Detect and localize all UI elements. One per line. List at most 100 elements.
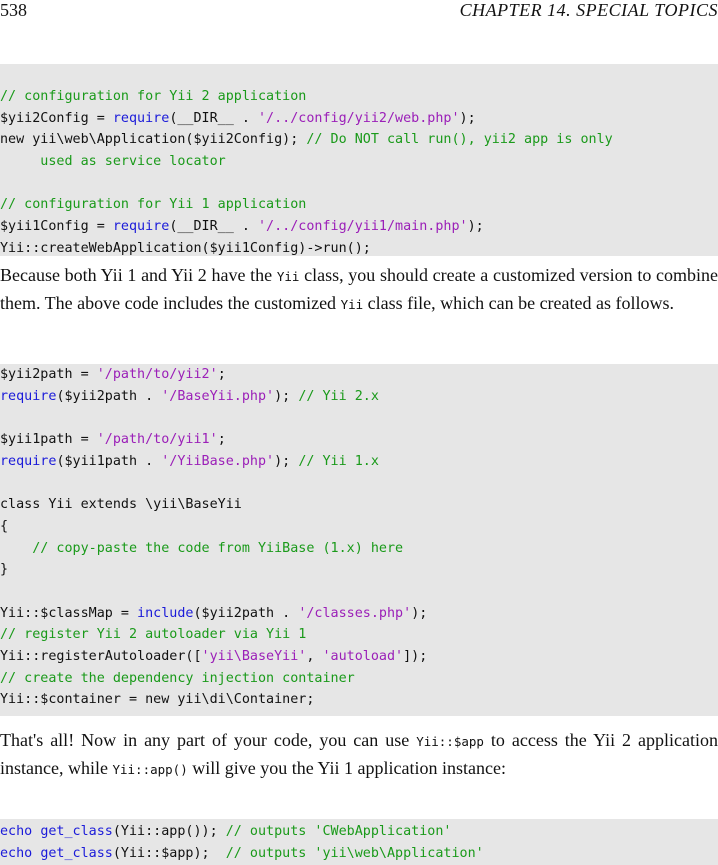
text-run: will give you the Yii 1 application inst… [187,758,507,778]
code-token: echo [0,824,33,839]
code-line: } [0,559,718,581]
code-token: // copy-paste the code from YiiBase (1.x… [32,540,404,556]
code-token: ($yii2path . [56,388,162,404]
code-line: Yii::$container = new yii\di\Container; [0,689,718,711]
code-line: $yii2Config = require(__DIR__ . '/../con… [0,108,718,130]
code-token: $yii2Config = [0,110,113,126]
code-line: echo get_class(Yii::$app); // outputs 'y… [0,843,718,865]
code-token: ; [217,432,226,448]
code-token: // create the dependency injection conta… [0,670,355,686]
code-token: , [306,648,323,664]
code-line: require($yii2path . '/BaseYii.php'); // … [0,386,718,408]
code-token: used as service locator [0,154,226,170]
page-header: 538 CHAPTER 14. SPECIAL TOPICS [0,0,718,24]
text-run: Because both Yii 1 and Yii 2 have the [0,265,277,285]
code-token: new yii\web\Application($yii2Config); [0,132,307,148]
code-line: new yii\web\Application($yii2Config); //… [0,129,718,151]
code-token: $yii1Config = [0,219,113,235]
code-token: require [112,110,170,126]
code-line: $yii1path = '/path/to/yii1'; [0,429,718,451]
code-token: get_class [40,845,113,861]
code-line: // create the dependency injection conta… [0,668,718,690]
code-token: $yii2path = [0,367,97,382]
page-number: 538 [0,0,27,20]
code-token: ($yii1path . [56,453,162,469]
code-token: '/path/to/yii2' [96,367,218,382]
code-token: // Yii 2.x [298,388,379,404]
code-token: ); [467,219,484,235]
code-token: ]); [403,648,428,664]
paragraph-yii-class: Because both Yii 1 and Yii 2 have the Yi… [0,262,718,318]
code-token: require [0,453,57,469]
code-token: } [0,562,9,578]
code-token: // Yii 1.x [298,453,379,469]
inline-code: Yii::app() [112,762,188,777]
code-line: { [0,516,718,538]
code-token: (__DIR__ . [169,219,258,235]
chapter-title: CHAPTER 14. SPECIAL TOPICS [459,0,718,20]
code-line: // copy-paste the code from YiiBase (1.x… [0,538,718,560]
code-block-echo: echo get_class(Yii::app()); // outputs '… [0,819,718,865]
text-run: That's all! Now in any part of your code… [0,730,417,750]
code-token: class Yii extends \yii\BaseYii [0,497,242,513]
code-token: (Yii::app()); [112,824,226,839]
code-token: ($yii2path . [193,605,299,621]
code-line: class Yii extends \yii\BaseYii [0,494,718,516]
code-line: Yii::createWebApplication($yii1Config)->… [0,238,718,256]
code-token: get_class [40,824,113,839]
code-token: // outputs 'CWebApplication' [225,824,452,839]
code-token: Yii::$classMap = [0,605,138,621]
code-line: // configuration for Yii 1 application [0,194,718,216]
code-token: // Do NOT call run(), yii2 app is only [306,132,613,148]
code-token: (__DIR__ . [169,110,258,126]
code-line: Yii::$classMap = include($yii2path . '/c… [0,603,718,625]
code-block-yii-class: $yii2path = '/path/to/yii2'; require($yii… [0,364,718,716]
code-block-config: // configuration for Yii 2 application $y… [0,64,718,256]
code-token: // configuration for Yii 2 application [0,89,307,104]
code-token: require [0,388,57,404]
code-line: // register Yii 2 autoloader via Yii 1 [0,624,718,646]
code-token: // outputs 'yii\web\Application' [225,845,484,861]
code-line: $yii1Config = require(__DIR__ . '/../con… [0,216,718,238]
code-token: 'yii\BaseYii' [201,648,307,664]
code-token: include [137,605,194,621]
code-token: // configuration for Yii 1 application [0,197,307,213]
code-token: { [0,518,9,534]
code-token: Yii::createWebApplication($yii1Config)->… [0,240,371,256]
text-run: class file, which can be created as foll… [363,293,675,313]
code-line: require($yii1path . '/YiiBase.php'); // … [0,451,718,473]
code-token: '/../config/yii1/main.php' [258,219,468,235]
code-line: used as service locator [0,151,718,173]
code-token: ); [274,453,299,469]
code-token: Yii::registerAutoloader([ [0,648,202,664]
code-token: $yii1path = [0,432,97,448]
code-line: Yii::registerAutoloader(['yii\BaseYii', … [0,646,718,668]
code-token: '/classes.php' [298,605,412,621]
code-token: ); [411,605,428,621]
code-token: '/path/to/yii1' [96,432,218,448]
code-token: '/BaseYii.php' [161,388,275,404]
code-token: 'autoload' [322,648,404,664]
code-token: '/YiiBase.php' [161,453,275,469]
code-token: '/../config/yii2/web.php' [258,110,460,126]
inline-code: Yii [276,269,300,284]
code-token: // register Yii 2 autoloader via Yii 1 [0,627,307,643]
inline-code: Yii [340,297,364,312]
code-line: $yii2path = '/path/to/yii2'; [0,364,718,386]
code-line: echo get_class(Yii::app()); // outputs '… [0,821,718,843]
code-token: (Yii::$app); [112,845,226,861]
inline-code: Yii::$app [416,734,484,749]
code-token: Yii::$container = new yii\di\Container; [0,692,315,708]
code-token: ; [217,367,226,382]
code-token: require [112,219,170,235]
code-token: echo [0,845,33,861]
code-line: // configuration for Yii 2 application [0,86,718,108]
paragraph-access-app: That's all! Now in any part of your code… [0,727,718,783]
code-token: ); [274,388,299,404]
code-token: ); [459,110,476,126]
